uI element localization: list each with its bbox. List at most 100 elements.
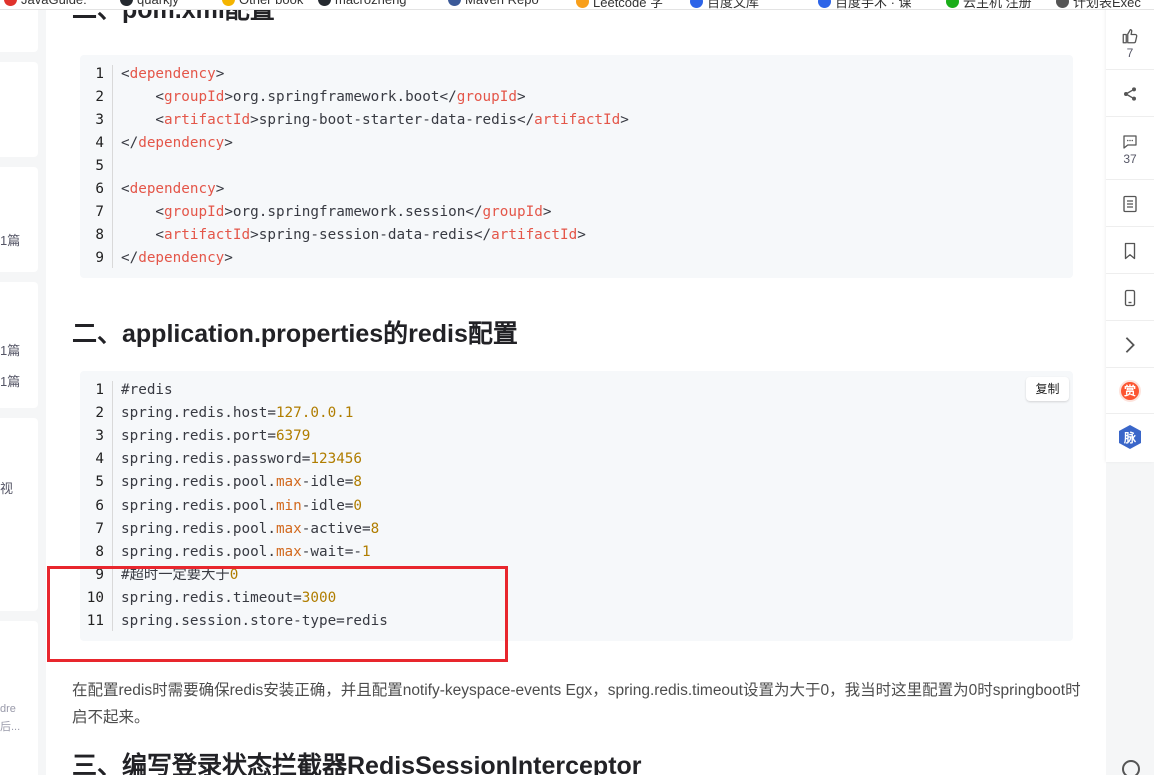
code-token: -active=	[301, 520, 371, 537]
code-token: 0	[353, 497, 363, 514]
line-number: 7	[95, 520, 104, 537]
share-button[interactable]	[1106, 71, 1154, 117]
line-number: 2	[95, 405, 104, 422]
line-number: 2	[95, 89, 104, 105]
code-token: dependency	[138, 250, 225, 266]
bookmark-item[interactable]: 计划表Exec	[1056, 0, 1141, 9]
code-token: max	[275, 474, 302, 491]
code-token: dependency	[129, 66, 216, 82]
thumbs-up-icon	[1122, 28, 1138, 43]
bookmark-label: 云主机 注册	[963, 0, 1032, 10]
left-card[interactable]: 1篇 1篇	[0, 282, 38, 408]
code-line: 8 spring.redis.pool.max-wait=-1	[80, 541, 1073, 564]
left-card[interactable]	[0, 62, 38, 157]
code-line: 7 spring.redis.pool.max-active=8	[80, 518, 1073, 541]
code-token: <	[121, 227, 165, 243]
heading-properties: 二、application.properties的redis配置	[72, 320, 518, 348]
bookmark-item[interactable]: macrozheng	[318, 0, 407, 7]
article-count: 1篇	[0, 343, 21, 358]
code-text: spring.redis.password=123456	[121, 448, 362, 471]
next-article-button[interactable]	[1106, 322, 1154, 368]
chevron-right-icon	[1125, 336, 1135, 353]
line-number: 7	[95, 204, 104, 220]
code-token: artifactId	[491, 227, 578, 243]
code-token: >org.springframework.session</	[224, 204, 483, 220]
code-token: groupId	[482, 204, 543, 220]
code-token: <	[121, 181, 130, 197]
code-line: 5 spring.redis.pool.max-idle=8	[80, 471, 1073, 494]
code-token: max	[275, 520, 302, 537]
comment-button[interactable]: 37	[1106, 118, 1154, 180]
network-button[interactable]: 脉	[1106, 414, 1154, 460]
code-token: >	[542, 204, 552, 220]
sidebar-text: 后...	[0, 721, 21, 733]
code-token: 127.0.0.1	[275, 405, 354, 422]
code-text: <groupId>org.springframework.boot</group…	[121, 86, 525, 109]
code-line: 2 <groupId>org.springframework.boot</gro…	[80, 86, 1073, 109]
code-line: 3 <artifactId>spring-boot-starter-data-r…	[80, 109, 1073, 132]
code-token: 123456	[310, 451, 363, 468]
bookmark-item[interactable]: Other book	[222, 0, 303, 7]
code-line: 5	[80, 155, 1073, 178]
code-text: <artifactId>spring-session-data-redis</a…	[121, 224, 586, 247]
code-token: dependency	[129, 181, 216, 197]
line-number: 5	[95, 474, 104, 491]
search-icon[interactable]	[1122, 760, 1140, 775]
table-of-contents-button[interactable]	[1106, 181, 1154, 227]
left-card[interactable]: 1篇	[0, 167, 38, 272]
code-token: dependency	[138, 135, 225, 151]
left-card[interactable]: dre 后...	[0, 621, 38, 775]
code-token: <	[121, 89, 165, 105]
code-token: </	[121, 250, 139, 266]
bookmark-item[interactable]: 云主机 注册	[946, 0, 1032, 10]
bookmark-label: 百度手术 · 课	[835, 0, 912, 10]
code-token: min	[275, 497, 302, 514]
code-token: spring.redis.pool.	[121, 497, 276, 514]
bookmark-item[interactable]: 百度文库	[690, 0, 759, 9]
line-number: 4	[95, 135, 104, 151]
like-button[interactable]: 7	[1106, 16, 1154, 70]
code-text: <dependency>	[121, 178, 224, 201]
mobile-view-button[interactable]	[1106, 275, 1154, 321]
bookmark-button[interactable]	[1106, 228, 1154, 274]
bookmark-favicon-icon	[818, 0, 831, 8]
code-token: groupId	[164, 204, 225, 220]
code-text: spring.redis.pool.min-idle=0	[121, 495, 362, 518]
code-token: 8	[353, 474, 363, 491]
code-token: </	[121, 135, 139, 151]
bookmark-item[interactable]: Maven Repo	[448, 0, 539, 7]
code-token: >spring-boot-starter-data-redis</	[250, 112, 535, 128]
bookmark-label: JavaGuide:	[21, 0, 87, 7]
code-token: >	[224, 135, 233, 151]
code-token: >	[577, 227, 586, 243]
code-token: >org.springframework.boot</	[224, 89, 457, 105]
bookmark-item[interactable]: quarkjy	[120, 0, 179, 7]
code-token: 1	[362, 543, 371, 560]
code-line: 9 </dependency>	[80, 247, 1073, 270]
bookmark-item[interactable]: Leetcode 字	[576, 0, 663, 9]
line-number: 5	[95, 158, 104, 174]
reward-button[interactable]: 赏	[1106, 368, 1154, 414]
article-count: 1篇	[0, 374, 21, 389]
left-card[interactable]: 视	[0, 418, 38, 611]
code-text: spring.redis.host=127.0.0.1	[121, 402, 353, 425]
code-token: artifactId	[164, 227, 251, 243]
code-token: <	[121, 204, 165, 220]
line-number: 1	[95, 382, 104, 398]
code-text: </dependency>	[121, 247, 233, 270]
bookmark-item[interactable]: 百度手术 · 课	[818, 0, 912, 10]
code-token: >	[215, 181, 225, 197]
code-token: groupId	[164, 89, 225, 105]
bookmark-favicon-icon	[318, 0, 331, 6]
code-text: spring.redis.pool.max-idle=8	[121, 471, 362, 494]
code-line: 4 </dependency>	[80, 132, 1073, 155]
bookmark-favicon-icon	[120, 0, 133, 6]
bookmark-favicon-icon	[4, 0, 17, 6]
sidebar-text: dre	[0, 703, 16, 715]
code-line: 6 spring.redis.pool.min-idle=0	[80, 495, 1073, 518]
reward-badge: 赏	[1119, 379, 1141, 402]
code-line: 2 spring.redis.host=127.0.0.1	[80, 402, 1073, 425]
heading-interceptor: 三、编写登录状态拦截器RedisSessionInterceptor	[72, 752, 642, 775]
pom-code-block[interactable]: 1 <dependency> 2 <groupId>org.springframew…	[80, 55, 1073, 278]
bookmark-item[interactable]: JavaGuide:	[4, 0, 87, 7]
